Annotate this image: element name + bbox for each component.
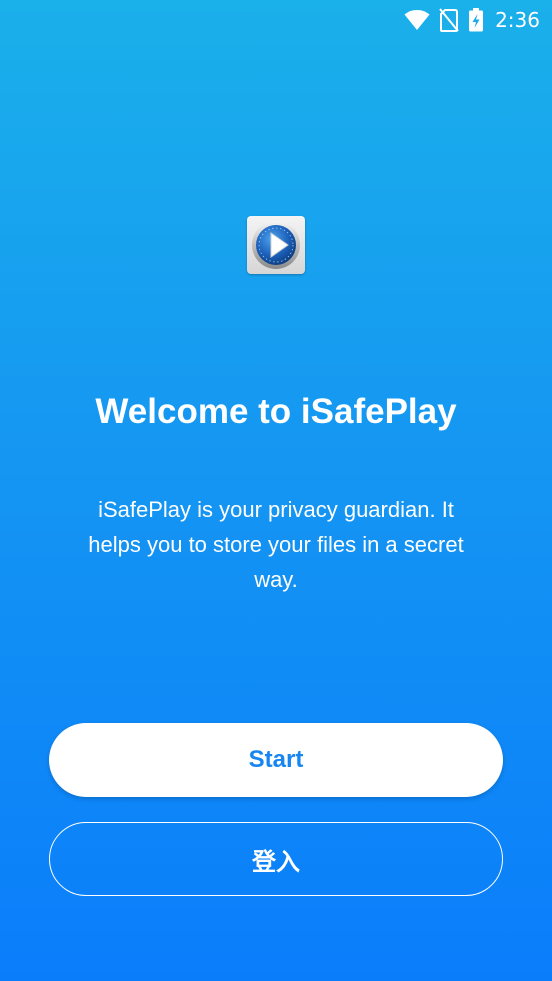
welcome-title: Welcome to iSafePlay	[95, 392, 457, 431]
status-bar: 2:36	[0, 0, 552, 40]
start-button[interactable]: Start	[49, 723, 503, 797]
login-button[interactable]: 登入	[49, 822, 503, 896]
welcome-description: iSafePlay is your privacy guardian. It h…	[88, 497, 464, 592]
play-logo-icon	[252, 221, 300, 269]
wifi-icon	[404, 9, 430, 31]
status-icons: 2:36	[404, 7, 540, 33]
app-logo	[247, 216, 305, 274]
no-sim-icon	[439, 8, 459, 32]
battery-charging-icon	[468, 8, 484, 32]
status-time: 2:36	[495, 8, 540, 32]
